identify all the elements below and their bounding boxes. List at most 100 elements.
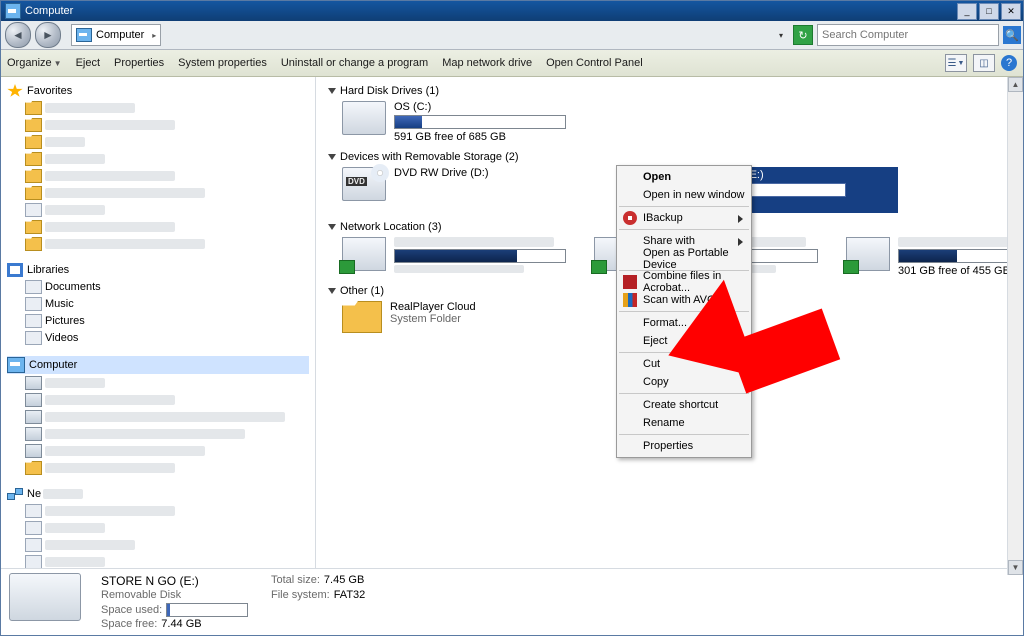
favorites-item[interactable] [25,185,309,201]
other-realplayer-cloud[interactable]: RealPlayer Cloud System Folder [342,301,592,333]
library-music[interactable]: Music [25,296,309,312]
control-panel-button[interactable]: Open Control Panel [546,57,643,69]
map-drive-button[interactable]: Map network drive [442,57,532,69]
forward-button[interactable]: ► [35,22,61,48]
help-icon[interactable]: ? [1001,55,1017,71]
group-header-hdd[interactable]: Hard Disk Drives (1) [328,85,1011,97]
network-item[interactable] [25,520,309,536]
details-subtitle: Removable Disk [101,589,261,601]
address-bar[interactable]: Computer ▸ [71,24,161,46]
folder-icon [25,101,42,115]
libraries-header[interactable]: Libraries [7,262,309,278]
drive-free-text: 591 GB free of 685 GB [394,131,566,143]
chevron-right-icon[interactable]: ▸ [150,31,156,40]
libraries-icon [7,263,23,277]
computer-icon [25,521,42,535]
tree-folder[interactable] [25,460,309,476]
network-drive-icon [846,237,890,271]
search-box[interactable] [817,24,999,46]
ctx-open[interactable]: Open [619,168,749,186]
eject-button[interactable]: Eject [76,57,100,69]
computer-icon [25,538,42,552]
folder-icon [25,461,42,475]
properties-button[interactable]: Properties [114,57,164,69]
network-item[interactable] [25,503,309,519]
collapse-icon [328,154,336,160]
uninstall-button[interactable]: Uninstall or change a program [281,57,428,69]
tree-drive[interactable] [25,375,309,391]
drive-os-c[interactable]: OS (C:) 591 GB free of 685 GB [342,101,592,143]
collapse-icon [328,88,336,94]
drive-icon [25,410,42,424]
library-pictures[interactable]: Pictures [25,313,309,329]
space-bar [394,249,566,263]
drive-dvd-d[interactable]: DVD RW Drive (D:) [342,167,592,213]
ctx-open-portable[interactable]: Open as Portable Device [619,250,749,268]
organize-menu[interactable]: Organize▼ [7,57,62,69]
maximize-button[interactable]: □ [979,3,999,20]
star-icon [7,84,23,98]
refresh-button[interactable]: ↻ [793,25,813,45]
group-header-removable[interactable]: Devices with Removable Storage (2) [328,151,1011,163]
ctx-ibackup[interactable]: IBackup [619,209,749,227]
computer-icon [25,504,42,518]
network-drive-3[interactable]: 301 GB free of 455 GB [846,237,1023,277]
tree-drive[interactable] [25,426,309,442]
ctx-combine-acrobat[interactable]: Combine files in Acrobat... [619,273,749,291]
address-dropdown[interactable]: ▾ [775,31,787,40]
scroll-down-button[interactable]: ▼ [1008,560,1023,575]
view-options-button[interactable]: ☰▼ [945,54,967,72]
space-free-label: Space free: [101,618,157,630]
titlebar: Computer _ □ ✕ [1,1,1023,21]
tree-drive[interactable] [25,409,309,425]
minimize-button[interactable]: _ [957,3,977,20]
preview-pane-button[interactable]: ◫ [973,54,995,72]
content-scrollbar[interactable]: ▲ ▼ [1007,77,1023,575]
folder-icon [342,301,382,333]
network-drive-1[interactable] [342,237,566,277]
favorites-item[interactable] [25,134,309,150]
library-videos[interactable]: Videos [25,330,309,346]
system-properties-button[interactable]: System properties [178,57,267,69]
space-used-bar [166,603,248,617]
avg-icon [623,293,637,307]
details-name: STORE N GO (E:) [101,574,261,588]
network-item[interactable] [25,537,309,553]
folder-icon [25,118,42,132]
videos-icon [25,331,42,345]
tree-drive[interactable] [25,443,309,459]
network-header[interactable]: Ne [7,486,309,502]
favorites-item[interactable] [25,202,309,218]
tree-drive[interactable] [25,392,309,408]
drive-thumbnail-icon [9,573,81,621]
favorites-item[interactable] [25,100,309,116]
scroll-up-button[interactable]: ▲ [1008,77,1023,92]
navigation-tree[interactable]: Favorites Libraries Documents Music Pict… [1,77,316,568]
content-area[interactable]: Hard Disk Drives (1) OS (C:) 591 GB free… [316,77,1023,568]
search-button[interactable]: 🔍 [1003,26,1021,44]
computer-icon [7,357,25,373]
drive-icon [25,427,42,441]
favorites-item[interactable] [25,151,309,167]
folder-icon [25,169,42,183]
ctx-properties[interactable]: Properties [619,437,749,455]
space-bar [898,249,1023,263]
computer-icon [76,28,92,42]
close-button[interactable]: ✕ [1001,3,1021,20]
computer-header[interactable]: Computer [7,356,309,374]
collapse-icon [328,224,336,230]
drive-label: DVD RW Drive (D:) [394,167,489,179]
back-button[interactable]: ◄ [5,22,31,48]
ctx-rename[interactable]: Rename [619,414,749,432]
library-documents[interactable]: Documents [25,279,309,295]
favorites-item[interactable] [25,117,309,133]
favorites-item[interactable] [25,219,309,235]
search-input[interactable] [818,29,998,41]
breadcrumb[interactable]: Computer [96,29,150,41]
network-item[interactable] [25,554,309,568]
favorites-header[interactable]: Favorites [7,83,309,99]
favorites-item[interactable] [25,168,309,184]
total-size-label: Total size: [271,574,320,586]
ctx-open-new-window[interactable]: Open in new window [619,186,749,204]
favorites-item[interactable] [25,236,309,252]
